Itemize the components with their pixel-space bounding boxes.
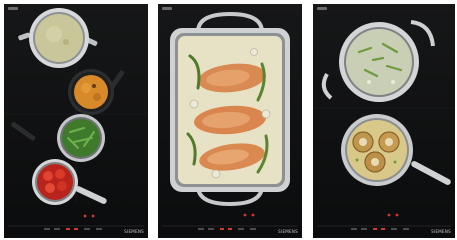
frying-pan: [341, 114, 451, 186]
brand-logo: SIEMENS: [431, 229, 451, 234]
brand-logo: SIEMENS: [278, 229, 298, 234]
control-panel: [162, 213, 298, 230]
green-beans-pan: [11, 114, 105, 162]
roasting-pan-illustration: [162, 11, 298, 230]
tomato-saucepan: [32, 159, 107, 205]
four-pans-illustration: [4, 4, 148, 230]
cooktop-photo-four-pans: SIEMENS: [4, 4, 148, 238]
puree-frying-pan: [68, 69, 125, 115]
cooktop-photo-roasting-pan: SIEMENS: [158, 4, 302, 238]
stuffed-fish: [194, 63, 266, 171]
risotto-pot: [321, 20, 435, 102]
control-panel: [8, 214, 144, 230]
control-panel: [317, 213, 451, 230]
two-pans-illustration: [313, 20, 455, 230]
brand-logo: SIEMENS: [124, 229, 144, 234]
soup-saucepan: [18, 8, 98, 68]
cooktop-photo-two-pans: SIEMENS: [313, 4, 455, 238]
